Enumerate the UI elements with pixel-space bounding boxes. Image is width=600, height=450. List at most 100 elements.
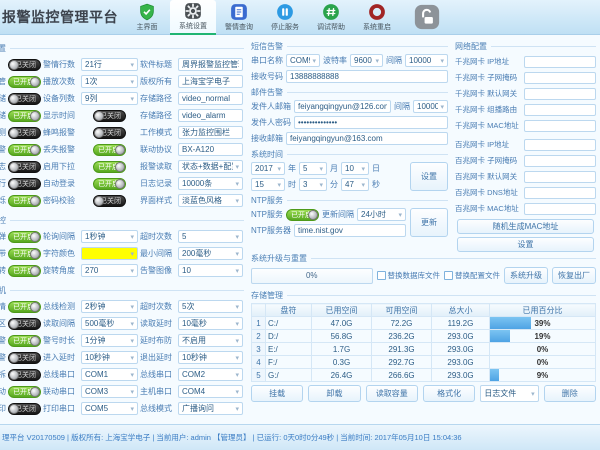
row-mid-select[interactable]: 21行 xyxy=(81,58,138,71)
row-toggle[interactable]: 已关闭 xyxy=(8,59,41,71)
row-mid-select[interactable]: 10秒钟 xyxy=(81,351,138,364)
sms-number-input[interactable]: 13888888888 xyxy=(286,70,448,83)
storage-table-row[interactable]: 5G:/26.4G266.6G293.0G9% xyxy=(252,369,596,382)
sms-port-select[interactable]: COM9 xyxy=(286,54,320,67)
row-right-select[interactable]: 10000条 xyxy=(178,177,243,190)
row-toggle[interactable]: 已关闭 xyxy=(8,93,41,105)
network-field-input[interactable] xyxy=(524,56,596,68)
network-field-input[interactable] xyxy=(524,155,596,167)
row-toggle[interactable]: 已关闭 xyxy=(8,127,41,139)
nav-settings[interactable]: 系统设置 xyxy=(170,0,216,35)
row-right-select[interactable]: 10毫秒 xyxy=(178,317,243,330)
network-field-input[interactable] xyxy=(524,104,596,116)
ntp-update-button[interactable]: 更新 xyxy=(410,208,448,237)
row-right-select[interactable]: 200毫秒 xyxy=(178,247,243,260)
row-right-select[interactable]: 不启用 xyxy=(178,334,243,347)
sms-baud-select[interactable]: 9600 xyxy=(350,54,383,67)
network-field-input[interactable] xyxy=(524,187,596,199)
row-toggle[interactable]: 已关闭 xyxy=(8,352,41,364)
hour-select[interactable]: 15 xyxy=(251,178,285,191)
replace-db-checkbox[interactable] xyxy=(377,271,386,280)
ntp-toggle[interactable]: 已开启 xyxy=(286,209,319,221)
row-right-input[interactable]: video_normal xyxy=(178,92,243,105)
row-toggle[interactable]: 已开启 xyxy=(8,265,41,277)
nav-debug-help[interactable]: 调试帮助 xyxy=(308,0,354,35)
storage-table-row[interactable]: 4F:/0.3G292.7G293.0G0% xyxy=(252,356,596,369)
row-right-input[interactable]: 上海宝学电子 xyxy=(178,75,243,88)
row-right-input[interactable]: BX-A120 xyxy=(178,143,243,156)
email-sender-input[interactable]: feiyangqingyun@126.com xyxy=(294,100,391,113)
network-field-input[interactable] xyxy=(524,72,596,84)
sms-interval-select[interactable]: 10000 xyxy=(405,54,448,67)
row-mid-toggle[interactable]: 已关闭 xyxy=(93,127,126,139)
row-toggle[interactable]: 已开启 xyxy=(8,386,41,398)
row-right-input[interactable]: video_alarm xyxy=(178,109,243,122)
storage-table-row[interactable]: 1C:/47.0G72.2G119.2G39% xyxy=(252,317,596,330)
row-mid-toggle[interactable]: 已关闭 xyxy=(93,195,126,207)
row-toggle[interactable]: 已开启 xyxy=(8,195,41,207)
row-toggle[interactable]: 已开启 xyxy=(8,110,41,122)
email-receiver-input[interactable]: feiyangqingyun@163.com xyxy=(286,132,448,145)
nav-alarm-query[interactable]: 警情查询 xyxy=(216,0,262,35)
row-right-input[interactable]: 周界报警监控管理平台 xyxy=(178,58,243,71)
row-toggle[interactable]: 已开启 xyxy=(8,335,41,347)
network-field-input[interactable] xyxy=(524,203,596,215)
storage-table-row[interactable]: 2D:/56.8G236.2G293.0G19% xyxy=(252,330,596,343)
row-mid-toggle[interactable]: 已关闭 xyxy=(93,110,126,122)
nav-main[interactable]: 主界面 xyxy=(124,0,170,35)
nav-stop-service[interactable]: 停止服务 xyxy=(262,0,308,35)
row-mid-toggle[interactable]: 已开启 xyxy=(93,161,126,173)
year-select[interactable]: 2017 xyxy=(251,162,285,175)
row-right-select[interactable]: 5 xyxy=(178,230,243,243)
row-mid-toggle[interactable]: 已开启 xyxy=(93,144,126,156)
network-field-input[interactable] xyxy=(524,120,596,132)
row-mid-select[interactable]: 9列 xyxy=(81,92,138,105)
row-right-select[interactable]: 10 xyxy=(178,264,243,277)
row-mid-select[interactable]: COM3 xyxy=(81,385,138,398)
nav-restart[interactable]: 系统重启 xyxy=(354,0,400,35)
format-button[interactable]: 格式化 xyxy=(423,385,475,402)
replace-db-checkbox-group[interactable]: 替换数据库文件 xyxy=(377,270,441,281)
unmount-button[interactable]: 卸载 xyxy=(308,385,360,402)
row-toggle[interactable]: 已开启 xyxy=(8,231,41,243)
storage-table-row[interactable]: 3E:/1.7G291.3G293.0G0% xyxy=(252,343,596,356)
unlock-icon[interactable] xyxy=(414,4,440,30)
row-toggle[interactable]: 已开启 xyxy=(8,76,41,88)
row-mid-toggle[interactable]: 已开启 xyxy=(93,178,126,190)
row-mid-select[interactable]: 1秒钟 xyxy=(81,230,138,243)
row-mid-select[interactable]: COM1 xyxy=(81,368,138,381)
row-right-select[interactable]: 广播询问 xyxy=(178,402,243,415)
char-color-select[interactable] xyxy=(81,247,138,260)
row-toggle[interactable]: 已开启 xyxy=(8,144,41,156)
row-toggle[interactable]: 已关闭 xyxy=(8,369,41,381)
mount-button[interactable]: 挂载 xyxy=(251,385,303,402)
network-field-input[interactable] xyxy=(524,88,596,100)
email-interval-select[interactable]: 10000 xyxy=(413,100,448,113)
day-select[interactable]: 10 xyxy=(341,162,369,175)
row-toggle[interactable]: 已关闭 xyxy=(8,318,41,330)
replace-config-checkbox-group[interactable]: 替换配置文件 xyxy=(444,270,500,281)
row-toggle[interactable]: 已关闭 xyxy=(8,403,41,415)
row-toggle[interactable]: 已开启 xyxy=(8,301,41,313)
row-mid-select[interactable]: 1次 xyxy=(81,75,138,88)
email-password-input[interactable]: •••••••••••••• xyxy=(294,116,448,129)
row-mid-select[interactable]: COM5 xyxy=(81,402,138,415)
row-toggle[interactable]: 已关闭 xyxy=(8,161,41,173)
replace-config-checkbox[interactable] xyxy=(444,271,453,280)
row-right-select[interactable]: 5次 xyxy=(178,300,243,313)
row-right-input[interactable]: 张力监控围栏 xyxy=(178,126,243,139)
network-field-input[interactable] xyxy=(524,139,596,151)
factory-reset-button[interactable]: 恢复出厂 xyxy=(552,267,596,284)
ntp-server-input[interactable]: time.nist.gov xyxy=(294,224,406,237)
row-mid-select[interactable]: 270 xyxy=(81,264,138,277)
row-right-select[interactable]: 状态+数据+配置 xyxy=(178,160,243,173)
row-toggle[interactable]: 已开启 xyxy=(8,248,41,260)
row-right-select[interactable]: 10秒钟 xyxy=(178,351,243,364)
read-capacity-button[interactable]: 读取容量 xyxy=(366,385,418,402)
ntp-interval-select[interactable]: 24小时 xyxy=(357,208,406,221)
network-field-input[interactable] xyxy=(524,171,596,183)
random-mac-button[interactable]: 随机生成MAC地址 xyxy=(457,219,594,234)
month-select[interactable]: 5 xyxy=(299,162,327,175)
minute-select[interactable]: 3 xyxy=(299,178,327,191)
row-right-select[interactable]: COM2 xyxy=(178,368,243,381)
